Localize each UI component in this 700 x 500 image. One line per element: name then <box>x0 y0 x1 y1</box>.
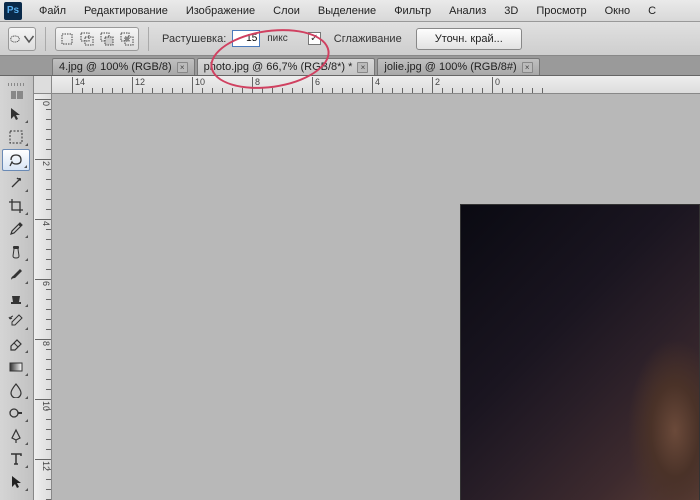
doc-tab-label: photo.jpg @ 66,7% (RGB/8*) * <box>204 61 353 73</box>
menu-file[interactable]: Файл <box>30 2 75 20</box>
toolbox <box>0 76 34 500</box>
close-icon[interactable]: × <box>177 62 188 73</box>
feather-input[interactable] <box>232 30 260 47</box>
menu-window[interactable]: Окно <box>596 2 640 20</box>
panel-grip[interactable] <box>2 80 31 88</box>
selection-new-icon[interactable] <box>58 30 76 48</box>
toolbox-collapse-icon[interactable] <box>11 91 23 99</box>
selection-mode-group <box>55 27 139 51</box>
document-tabstrip: 4.jpg @ 100% (RGB/8) × photo.jpg @ 66,7% … <box>0 56 700 76</box>
selection-intersect-icon[interactable] <box>118 30 136 48</box>
lasso-icon <box>9 33 21 45</box>
canvas[interactable] <box>52 94 700 500</box>
antialias-checkbox[interactable] <box>308 32 321 45</box>
marquee-tool[interactable] <box>2 126 30 148</box>
ruler-origin[interactable] <box>34 76 52 94</box>
menu-image[interactable]: Изображение <box>177 2 264 20</box>
brush-tool[interactable] <box>2 264 30 286</box>
close-icon[interactable]: × <box>522 62 533 73</box>
doc-tab[interactable]: photo.jpg @ 66,7% (RGB/8*) * × <box>197 58 376 75</box>
app-logo: Ps <box>4 2 22 20</box>
menu-filter[interactable]: Фильтр <box>385 2 440 20</box>
chevron-down-icon <box>23 33 35 45</box>
doc-tab-label: jolie.jpg @ 100% (RGB/8#) <box>384 61 516 73</box>
feather-label: Растушевка: <box>162 33 226 45</box>
menu-view[interactable]: Просмотр <box>527 2 595 20</box>
healing-brush-tool[interactable] <box>2 241 30 263</box>
menu-edit[interactable]: Редактирование <box>75 2 177 20</box>
options-bar: Растушевка: пикс Сглаживание Уточн. край… <box>0 22 700 56</box>
eraser-tool[interactable] <box>2 333 30 355</box>
separator <box>45 27 46 51</box>
history-brush-tool[interactable] <box>2 310 30 332</box>
eyedropper-tool[interactable] <box>2 218 30 240</box>
ruler-vertical[interactable]: 024681012141618 <box>34 94 52 500</box>
pen-tool[interactable] <box>2 425 30 447</box>
ruler-horizontal[interactable]: 14121086420 <box>52 76 700 94</box>
separator <box>148 27 149 51</box>
path-selection-tool[interactable] <box>2 471 30 493</box>
magic-wand-tool[interactable] <box>2 172 30 194</box>
antialias-label: Сглаживание <box>334 33 402 45</box>
type-tool[interactable] <box>2 448 30 470</box>
menu-select[interactable]: Выделение <box>309 2 385 20</box>
blur-tool[interactable] <box>2 379 30 401</box>
gradient-tool[interactable] <box>2 356 30 378</box>
menu-help[interactable]: С <box>639 2 665 20</box>
refine-edge-button[interactable]: Уточн. край... <box>416 28 522 50</box>
workspace: 14121086420 024681012141618 <box>0 76 700 500</box>
dodge-tool[interactable] <box>2 402 30 424</box>
crop-tool[interactable] <box>2 195 30 217</box>
move-tool[interactable] <box>2 103 30 125</box>
menu-bar: Ps Файл Редактирование Изображение Слои … <box>0 0 700 22</box>
menu-layer[interactable]: Слои <box>264 2 309 20</box>
canvas-wrap: 14121086420 024681012141618 <box>34 76 700 500</box>
doc-tab-label: 4.jpg @ 100% (RGB/8) <box>59 61 172 73</box>
menu-3d[interactable]: 3D <box>495 2 527 20</box>
clone-stamp-tool[interactable] <box>2 287 30 309</box>
menu-analysis[interactable]: Анализ <box>440 2 495 20</box>
selection-add-icon[interactable] <box>78 30 96 48</box>
selection-subtract-icon[interactable] <box>98 30 116 48</box>
lasso-tool[interactable] <box>2 149 30 171</box>
doc-tab[interactable]: 4.jpg @ 100% (RGB/8) × <box>52 58 195 75</box>
feather-unit: пикс <box>267 33 288 44</box>
current-tool-indicator[interactable] <box>8 27 36 51</box>
document-image <box>460 204 700 500</box>
doc-tab[interactable]: jolie.jpg @ 100% (RGB/8#) × <box>377 58 539 75</box>
close-icon[interactable]: × <box>357 62 368 73</box>
